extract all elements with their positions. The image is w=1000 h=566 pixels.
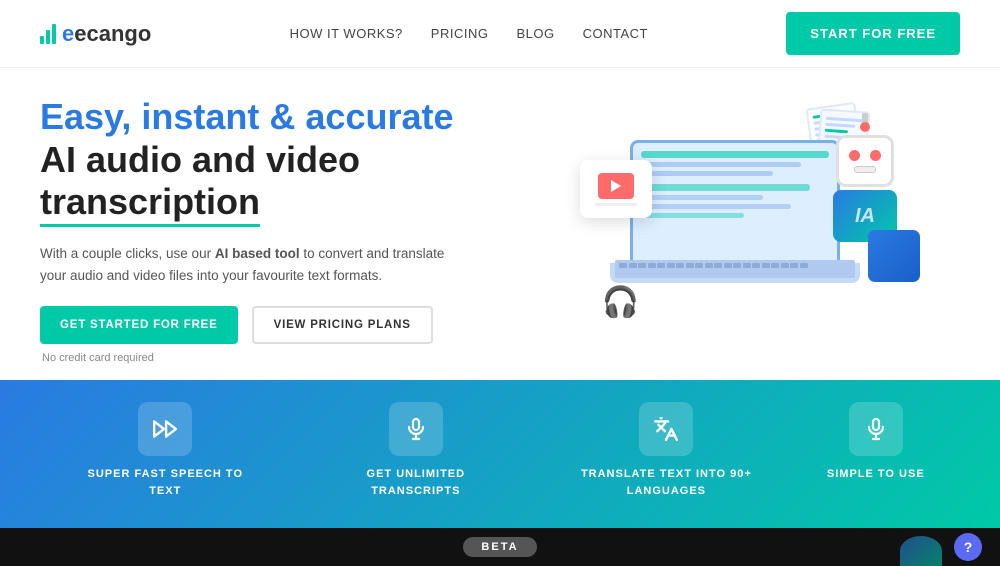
- logo[interactable]: eecango: [40, 21, 151, 47]
- footer-bar: BETA ?: [0, 528, 1000, 566]
- robot-illustration: IA: [820, 113, 910, 242]
- hero-left: Easy, instant & accurate AI audio and vi…: [40, 96, 560, 364]
- nav-pricing[interactable]: PRICING: [431, 26, 489, 41]
- laptop-keyboard: [615, 260, 855, 278]
- hero-tagline: Easy, instant & accurate: [40, 96, 560, 137]
- get-started-button[interactable]: GET STARTED FOR FREE: [40, 306, 238, 344]
- feature-speech-to-text: SUPER FAST SPEECH TO TEXT: [75, 402, 255, 499]
- feature-simple: SIMPLE TO USE: [827, 402, 925, 483]
- translate-icon: [653, 416, 679, 442]
- floating-card: [580, 160, 652, 218]
- fast-forward-icon: [152, 416, 178, 442]
- view-pricing-button[interactable]: VIEW PRICING PLANS: [252, 306, 433, 344]
- navbar: eecango HOW IT WORKS? PRICING BLOG CONTA…: [0, 0, 1000, 68]
- hero-illustration: IA 🎧: [560, 100, 940, 360]
- hero-description: With a couple clicks, use our AI based t…: [40, 243, 460, 286]
- simple-icon-box: [849, 402, 903, 456]
- start-free-button[interactable]: START FOR FREE: [786, 12, 960, 55]
- feature-transcripts-label: GET UNLIMITED TRANSCRIPTS: [326, 466, 506, 499]
- laptop-screen: [630, 140, 840, 265]
- hero-buttons: GET STARTED FOR FREE VIEW PRICING PLANS: [40, 306, 560, 344]
- headphones-icon: 🎧: [602, 285, 639, 320]
- feature-speech-to-text-label: SUPER FAST SPEECH TO TEXT: [75, 466, 255, 499]
- simple-mic-icon: [864, 417, 888, 441]
- features-band: SUPER FAST SPEECH TO TEXT GET UNLIMITED …: [0, 380, 1000, 528]
- nav-how-it-works[interactable]: HOW IT WORKS?: [290, 26, 403, 41]
- hero-title: AI audio and video transcription: [40, 139, 560, 227]
- nav-blog[interactable]: BLOG: [516, 26, 554, 41]
- hero-section: Easy, instant & accurate AI audio and vi…: [0, 68, 1000, 380]
- feature-translate: TRANSLATE TEXT INTO 90+ LANGUAGES: [576, 402, 756, 499]
- logo-text: eecango: [62, 21, 151, 47]
- feature-translate-label: TRANSLATE TEXT INTO 90+ LANGUAGES: [576, 466, 756, 499]
- no-credit-card-text: No credit card required: [42, 352, 560, 364]
- blob-decoration: [900, 536, 942, 566]
- nav-links: HOW IT WORKS? PRICING BLOG CONTACT: [290, 26, 648, 41]
- feature-transcripts: GET UNLIMITED TRANSCRIPTS: [326, 402, 506, 499]
- beta-badge: BETA: [463, 537, 536, 557]
- transcripts-icon-box: [389, 402, 443, 456]
- translate-icon-box: [639, 402, 693, 456]
- nav-contact[interactable]: CONTACT: [583, 26, 648, 41]
- hero-title-underline: transcription: [40, 181, 260, 227]
- blue-cube: [868, 230, 920, 282]
- microphone-icon: [404, 417, 428, 441]
- feature-simple-label: SIMPLE TO USE: [827, 466, 925, 483]
- help-button[interactable]: ?: [954, 533, 982, 561]
- logo-bars-icon: [40, 24, 56, 44]
- speech-to-text-icon-box: [138, 402, 192, 456]
